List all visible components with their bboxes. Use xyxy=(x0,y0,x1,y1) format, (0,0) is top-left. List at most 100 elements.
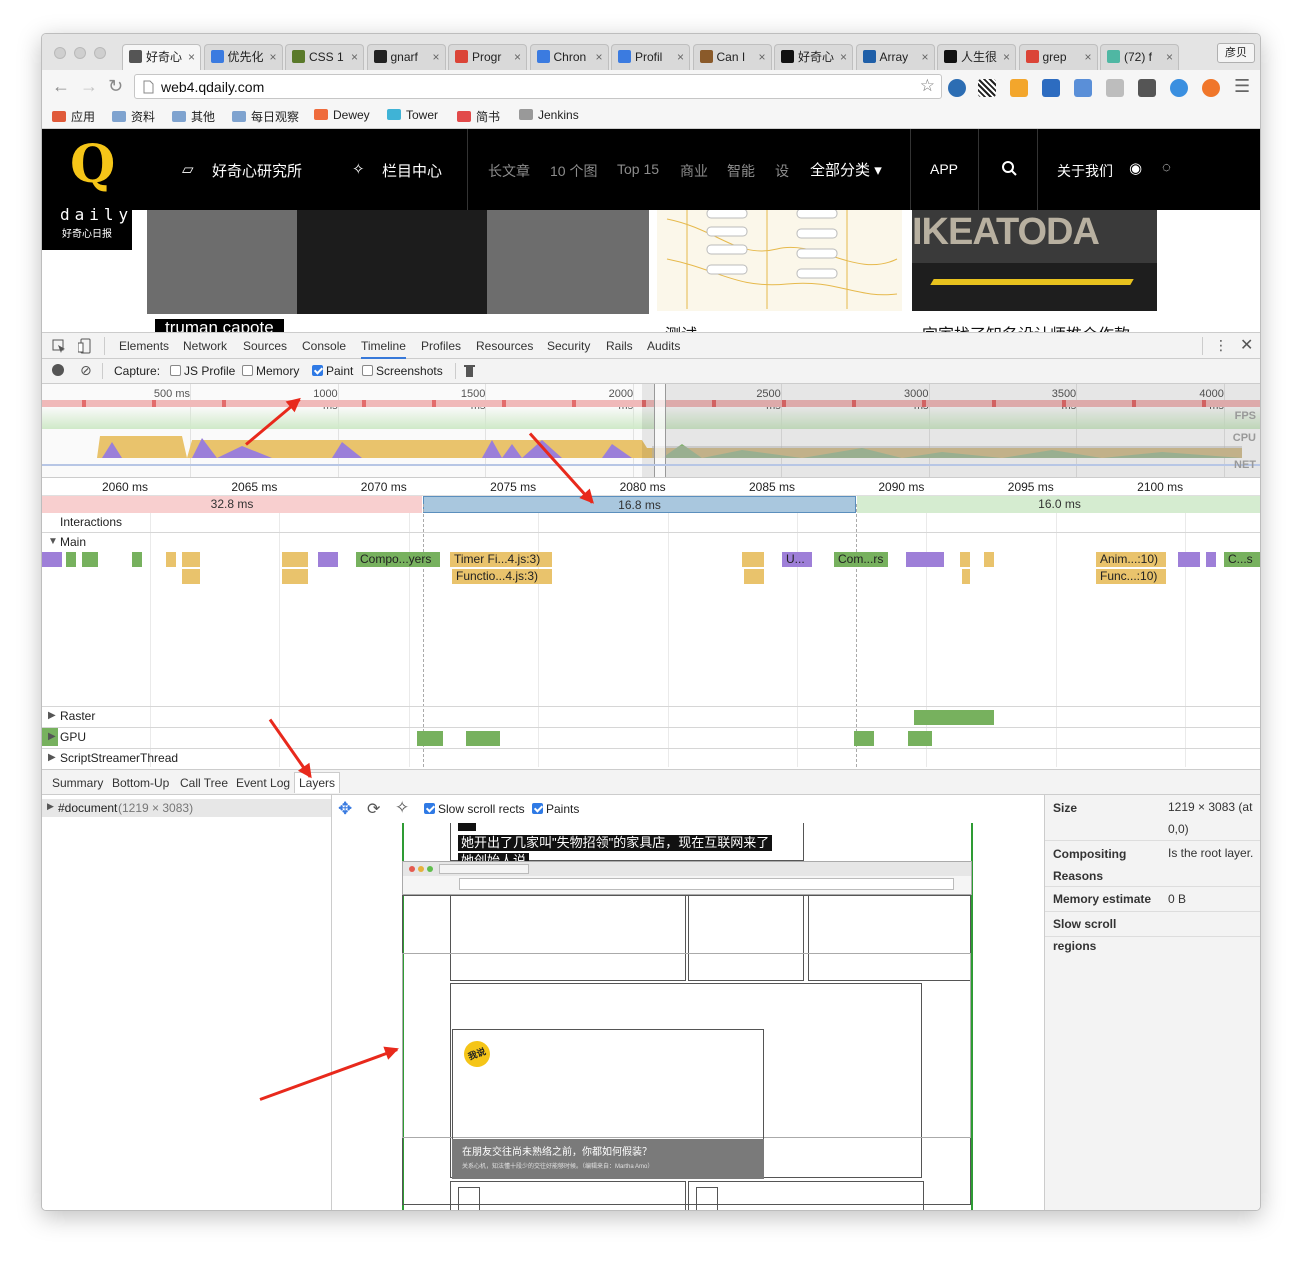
browser-tab[interactable]: Profil × xyxy=(611,44,690,70)
flame-event[interactable] xyxy=(984,552,994,567)
browser-tab[interactable]: CSS 1 × xyxy=(285,44,364,70)
nav-link[interactable]: 长文章 xyxy=(488,161,530,181)
flame-event[interactable] xyxy=(962,569,970,584)
flame-event[interactable]: Com...rs xyxy=(834,552,888,567)
gpu-track-label[interactable]: GPU xyxy=(60,730,86,744)
article-caption[interactable]: 测试 xyxy=(665,321,697,332)
flame-event[interactable] xyxy=(1206,552,1216,567)
minimize-window-button[interactable] xyxy=(74,47,86,59)
wechat-icon[interactable]: ◌ xyxy=(1162,159,1171,176)
nav-column-link[interactable]: 栏目中心 xyxy=(382,160,442,181)
main-track-label[interactable]: Main xyxy=(60,535,86,549)
checkbox[interactable] xyxy=(170,365,181,376)
flame-event[interactable] xyxy=(318,552,338,567)
device-mode-icon[interactable] xyxy=(78,338,92,354)
details-tab-call-tree[interactable]: Call Tree xyxy=(180,776,228,790)
bookmark-item[interactable]: 应用 xyxy=(52,108,95,125)
nav-link[interactable]: 设 xyxy=(775,161,789,181)
forward-icon[interactable]: → xyxy=(80,76,98,96)
profile-button[interactable]: 彦贝 xyxy=(1217,43,1255,63)
devtools-tab-resources[interactable]: Resources xyxy=(476,339,533,353)
capture-option[interactable]: JS Profile xyxy=(170,364,235,378)
checkbox[interactable] xyxy=(424,803,435,814)
record-button[interactable] xyxy=(52,364,64,376)
flame-event[interactable] xyxy=(42,552,62,567)
devtools-tab-security[interactable]: Security xyxy=(547,339,590,353)
frame-bar[interactable]: 32.8 ms xyxy=(42,496,422,513)
details-tab-event-log[interactable]: Event Log xyxy=(236,776,290,790)
trash-icon[interactable] xyxy=(464,364,475,377)
streamer-track-label[interactable]: ScriptStreamerThread xyxy=(60,751,178,765)
devtools-tab-audits[interactable]: Audits xyxy=(647,339,680,353)
devtools-tab-timeline[interactable]: Timeline xyxy=(361,339,406,359)
tab-close-icon[interactable]: × xyxy=(921,45,928,70)
details-tab-summary[interactable]: Summary xyxy=(52,776,103,790)
clear-icon[interactable]: ⊘ xyxy=(80,362,92,379)
tab-close-icon[interactable]: × xyxy=(269,45,276,70)
browser-tab[interactable]: Chron × xyxy=(529,44,609,70)
bookmark-item[interactable]: Jenkins xyxy=(519,108,579,122)
flame-event[interactable] xyxy=(82,552,98,567)
layer-view-option[interactable]: Slow scroll rects xyxy=(424,802,525,816)
site-logo[interactable]: Q daily 好奇心日报 xyxy=(42,129,132,250)
gpu-event[interactable] xyxy=(466,731,500,746)
bookmark-item[interactable]: Tower xyxy=(387,108,438,122)
flame-event[interactable] xyxy=(132,552,142,567)
close-window-button[interactable] xyxy=(54,47,66,59)
flame-event[interactable]: Anim...:10) xyxy=(1096,552,1166,567)
tab-close-icon[interactable]: × xyxy=(351,45,358,70)
details-tab-bottom-up[interactable]: Bottom-Up xyxy=(112,776,169,790)
flame-event[interactable] xyxy=(1178,552,1200,567)
flame-event[interactable] xyxy=(742,552,764,567)
frame-bar-selected[interactable]: 16.8 ms xyxy=(423,496,856,513)
expand-triangle-icon[interactable]: ▶ xyxy=(48,710,56,721)
inspect-element-icon[interactable] xyxy=(52,339,66,353)
nav-about-link[interactable]: 关于我们 xyxy=(1057,161,1113,181)
tab-close-icon[interactable]: × xyxy=(432,45,439,70)
article-card-mindmap[interactable] xyxy=(657,199,902,311)
checkbox[interactable] xyxy=(532,803,543,814)
bookmark-item[interactable]: 其他 xyxy=(172,108,215,125)
nav-link[interactable]: Top 15 xyxy=(617,161,659,177)
flame-event[interactable]: U... xyxy=(782,552,812,567)
extension-s-icon[interactable] xyxy=(1042,79,1060,97)
devtools-tab-elements[interactable]: Elements xyxy=(119,339,169,353)
reload-icon[interactable]: ↻ xyxy=(108,76,123,96)
rotate-mode-icon[interactable]: ⟳ xyxy=(367,799,380,819)
flame-event[interactable] xyxy=(282,552,308,567)
collapse-triangle-icon[interactable]: ▼ xyxy=(48,536,58,547)
tab-close-icon[interactable]: × xyxy=(595,45,602,70)
flame-event[interactable] xyxy=(744,569,764,584)
devtools-tab-profiles[interactable]: Profiles xyxy=(421,339,461,353)
tab-close-icon[interactable]: × xyxy=(758,45,765,70)
browser-tab[interactable]: Progr × xyxy=(448,44,527,70)
raster-event[interactable] xyxy=(914,710,994,725)
expand-triangle-icon[interactable]: ▶ xyxy=(47,801,54,812)
layers-view[interactable]: ✥ ⟳ ✧ Slow scroll rects Paints 她开出了几家叫"失物… xyxy=(332,795,1044,1210)
close-devtools-icon[interactable]: ✕ xyxy=(1240,335,1253,355)
checkbox[interactable] xyxy=(362,365,373,376)
weibo-icon[interactable]: ◉ xyxy=(1129,159,1142,177)
flame-event[interactable] xyxy=(960,552,970,567)
devtools-tab-sources[interactable]: Sources xyxy=(243,339,287,353)
tab-close-icon[interactable]: × xyxy=(1166,45,1173,70)
flame-event[interactable] xyxy=(182,552,200,567)
extension-search-icon[interactable] xyxy=(1074,79,1092,97)
extension-grid-icon[interactable] xyxy=(1106,79,1124,97)
gpu-event[interactable] xyxy=(417,731,443,746)
raster-track-label[interactable]: Raster xyxy=(60,709,95,723)
devtools-tab-console[interactable]: Console xyxy=(302,339,346,353)
flame-event[interactable]: Functio...4.js:3) xyxy=(452,569,552,584)
tab-close-icon[interactable]: × xyxy=(1003,45,1010,70)
gpu-event[interactable] xyxy=(854,731,874,746)
pan-mode-icon[interactable]: ✥ xyxy=(338,799,352,819)
checkbox[interactable] xyxy=(242,365,253,376)
browser-tab[interactable]: 人生很 × xyxy=(937,44,1016,70)
translate-icon[interactable] xyxy=(1010,79,1028,97)
more-options-icon[interactable]: ⋮ xyxy=(1214,337,1228,354)
browser-tab[interactable]: 优先化 × xyxy=(203,44,283,70)
bookmark-item[interactable]: 简书 xyxy=(457,108,500,125)
bookmark-item[interactable]: Dewey xyxy=(314,108,370,122)
bookmark-star-icon[interactable]: ☆ xyxy=(920,76,935,96)
extension-icon[interactable] xyxy=(948,79,966,97)
